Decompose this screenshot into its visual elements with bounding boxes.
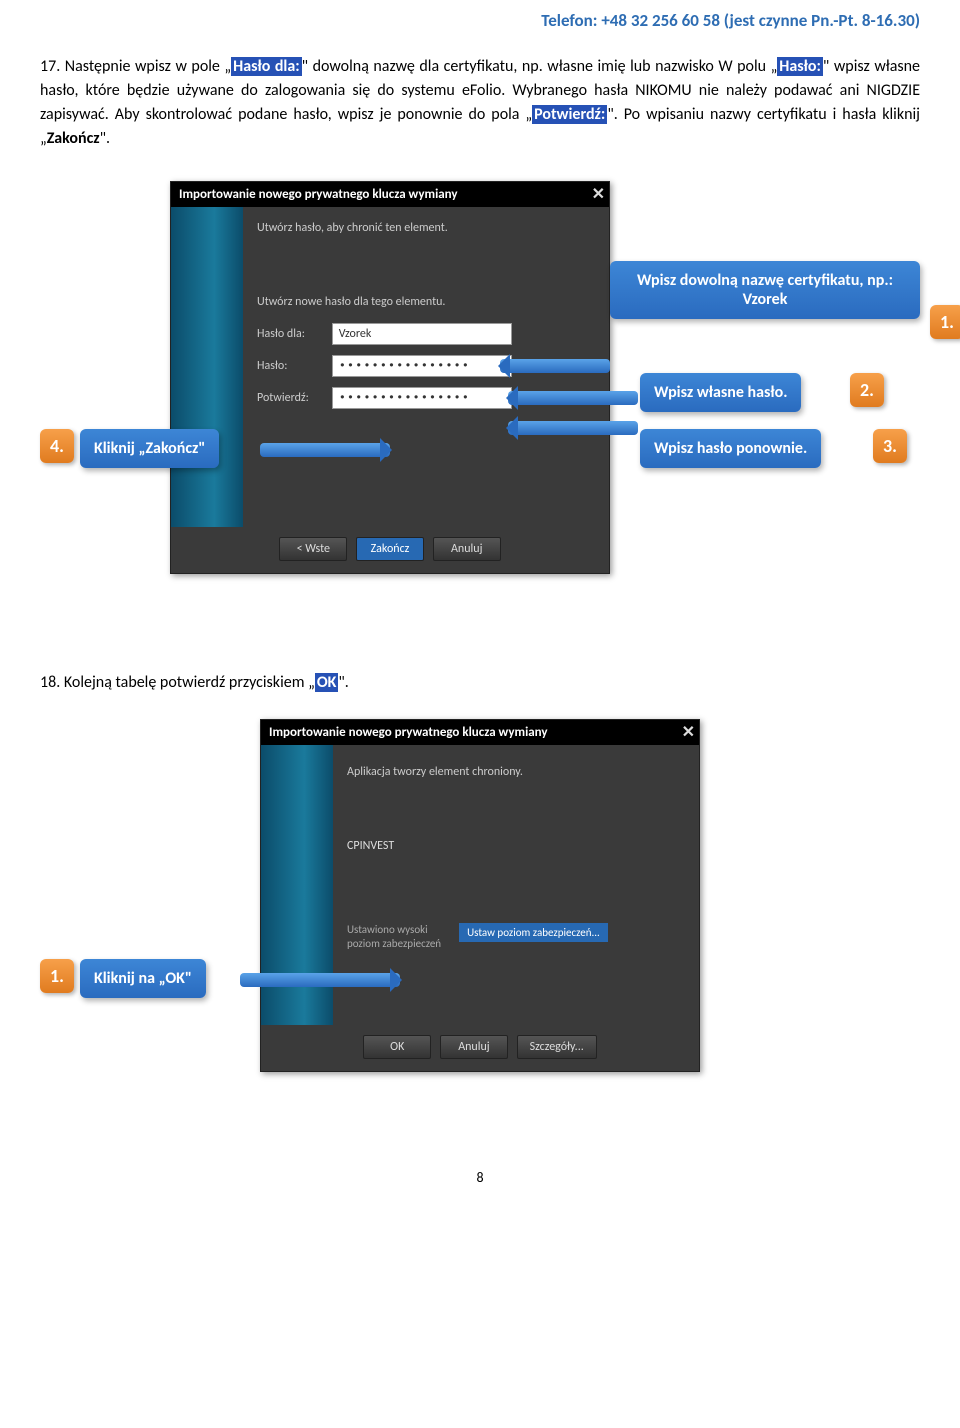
dialog1-buttons: < Wste Zakończ Anuluj: [171, 527, 609, 573]
finish-button[interactable]: Zakończ: [356, 537, 424, 561]
cpinvest-label: CPINVEST: [347, 839, 685, 853]
badge-ok-1: 1.: [40, 959, 74, 993]
dialog1-title: Importowanie nowego prywatnego klucza wy…: [179, 187, 458, 202]
badge-2: 2.: [850, 373, 884, 407]
callout-enter-name-line1: Wpisz dowolną nazwę certyfikatu, np.:: [624, 271, 906, 290]
dialog1-area: Importowanie nowego prywatnego klucza wy…: [40, 181, 920, 641]
details-button[interactable]: Szczegóły...: [517, 1035, 597, 1059]
security-sub2: poziom zabezpieczeń: [347, 937, 441, 951]
dialog2-line1: Aplikacja tworzy element chroniony.: [347, 765, 685, 779]
dialog1-sidebar-image: [171, 207, 243, 527]
paragraph-18: 18. Kolejną tabelę potwierdź przyciskiem…: [40, 671, 920, 695]
close-icon[interactable]: ✕: [592, 184, 605, 204]
p17-s1: " dowolną nazwę dla certyfikatu, np. wła…: [302, 57, 778, 76]
cancel-button[interactable]: Anuluj: [440, 1035, 508, 1059]
dialog2-area: Importowanie nowego prywatnego klucza wy…: [40, 719, 920, 1139]
phone-header: Telefon: +48 32 256 60 58 (jest czynne P…: [40, 10, 920, 31]
p17-prefix: 17. Następnie wpisz w pole „: [40, 57, 231, 76]
p18-prefix: 18. Kolejną tabelę potwierdź przyciskiem…: [40, 673, 315, 692]
security-level-text: Ustawiono wysoki poziom zabezpieczeń: [347, 923, 441, 952]
arrow-3: [508, 421, 638, 435]
arrow-ok: [240, 973, 400, 987]
label-haslo-dla: Hasło dla:: [257, 327, 329, 341]
callout-confirm-password: Wpisz hasło ponownie.: [640, 429, 821, 468]
dialog2: Importowanie nowego prywatnego klucza wy…: [260, 719, 700, 1072]
dialog2-buttons: OK Anuluj Szczegóły...: [261, 1025, 699, 1071]
badge-1: 1.: [930, 305, 960, 339]
cancel-button[interactable]: Anuluj: [433, 537, 501, 561]
callout-enter-password: Wpisz własne hasło.: [640, 373, 801, 412]
dialog1-line1: Utwórz hasło, aby chronić ten element.: [257, 221, 595, 235]
input-potwierdz[interactable]: ••••••••••••••••: [332, 387, 512, 409]
arrow-1: [500, 359, 610, 373]
ok-button[interactable]: OK: [363, 1035, 431, 1059]
callout-enter-name-line2: Vzorek: [624, 290, 906, 309]
callout-enter-name: Wpisz dowolną nazwę certyfikatu, np.: Vz…: [610, 261, 920, 319]
back-button[interactable]: < Wste: [279, 537, 347, 561]
hl-haslo: Hasło:: [777, 57, 823, 76]
input-haslo[interactable]: ••••••••••••••••: [332, 355, 512, 377]
hl-ok: OK: [315, 673, 339, 692]
row-haslo-dla: Hasło dla: Vzorek: [257, 323, 595, 345]
close-icon[interactable]: ✕: [682, 722, 695, 742]
arrow-4: [260, 443, 390, 457]
bold-zakoncz: Zakończ: [47, 129, 100, 148]
p18-suffix: ".: [338, 673, 348, 692]
paragraph-17: 17. Następnie wpisz w pole „Hasło dla:" …: [40, 55, 920, 151]
dialog2-title: Importowanie nowego prywatnego klucza wy…: [269, 725, 548, 740]
callout-click-ok: Kliknij na „OK": [80, 959, 206, 998]
label-haslo: Hasło:: [257, 359, 329, 373]
badge-4: 4.: [40, 429, 74, 463]
dialog1: Importowanie nowego prywatnego klucza wy…: [170, 181, 610, 574]
dialog1-line2: Utwórz nowe hasło dla tego elementu.: [257, 295, 595, 309]
security-sub1: Ustawiono wysoki: [347, 923, 441, 937]
badge-3: 3.: [873, 429, 907, 463]
callout-click-finish: Kliknij „Zakończ": [80, 429, 219, 468]
dialog2-titlebar: Importowanie nowego prywatnego klucza wy…: [261, 720, 699, 745]
dialog1-titlebar: Importowanie nowego prywatnego klucza wy…: [171, 182, 609, 207]
input-haslo-dla[interactable]: Vzorek: [332, 323, 512, 345]
page-number: 8: [40, 1169, 920, 1186]
hl-potwierdz: Potwierdź:: [532, 105, 607, 124]
label-potwierdz: Potwierdź:: [257, 391, 329, 405]
arrow-2: [508, 391, 638, 405]
p17-s4: ".: [100, 129, 110, 148]
set-security-level-button[interactable]: Ustaw poziom zabezpieczeń...: [459, 923, 608, 942]
hl-haslo-dla: Hasło dla:: [231, 57, 302, 76]
